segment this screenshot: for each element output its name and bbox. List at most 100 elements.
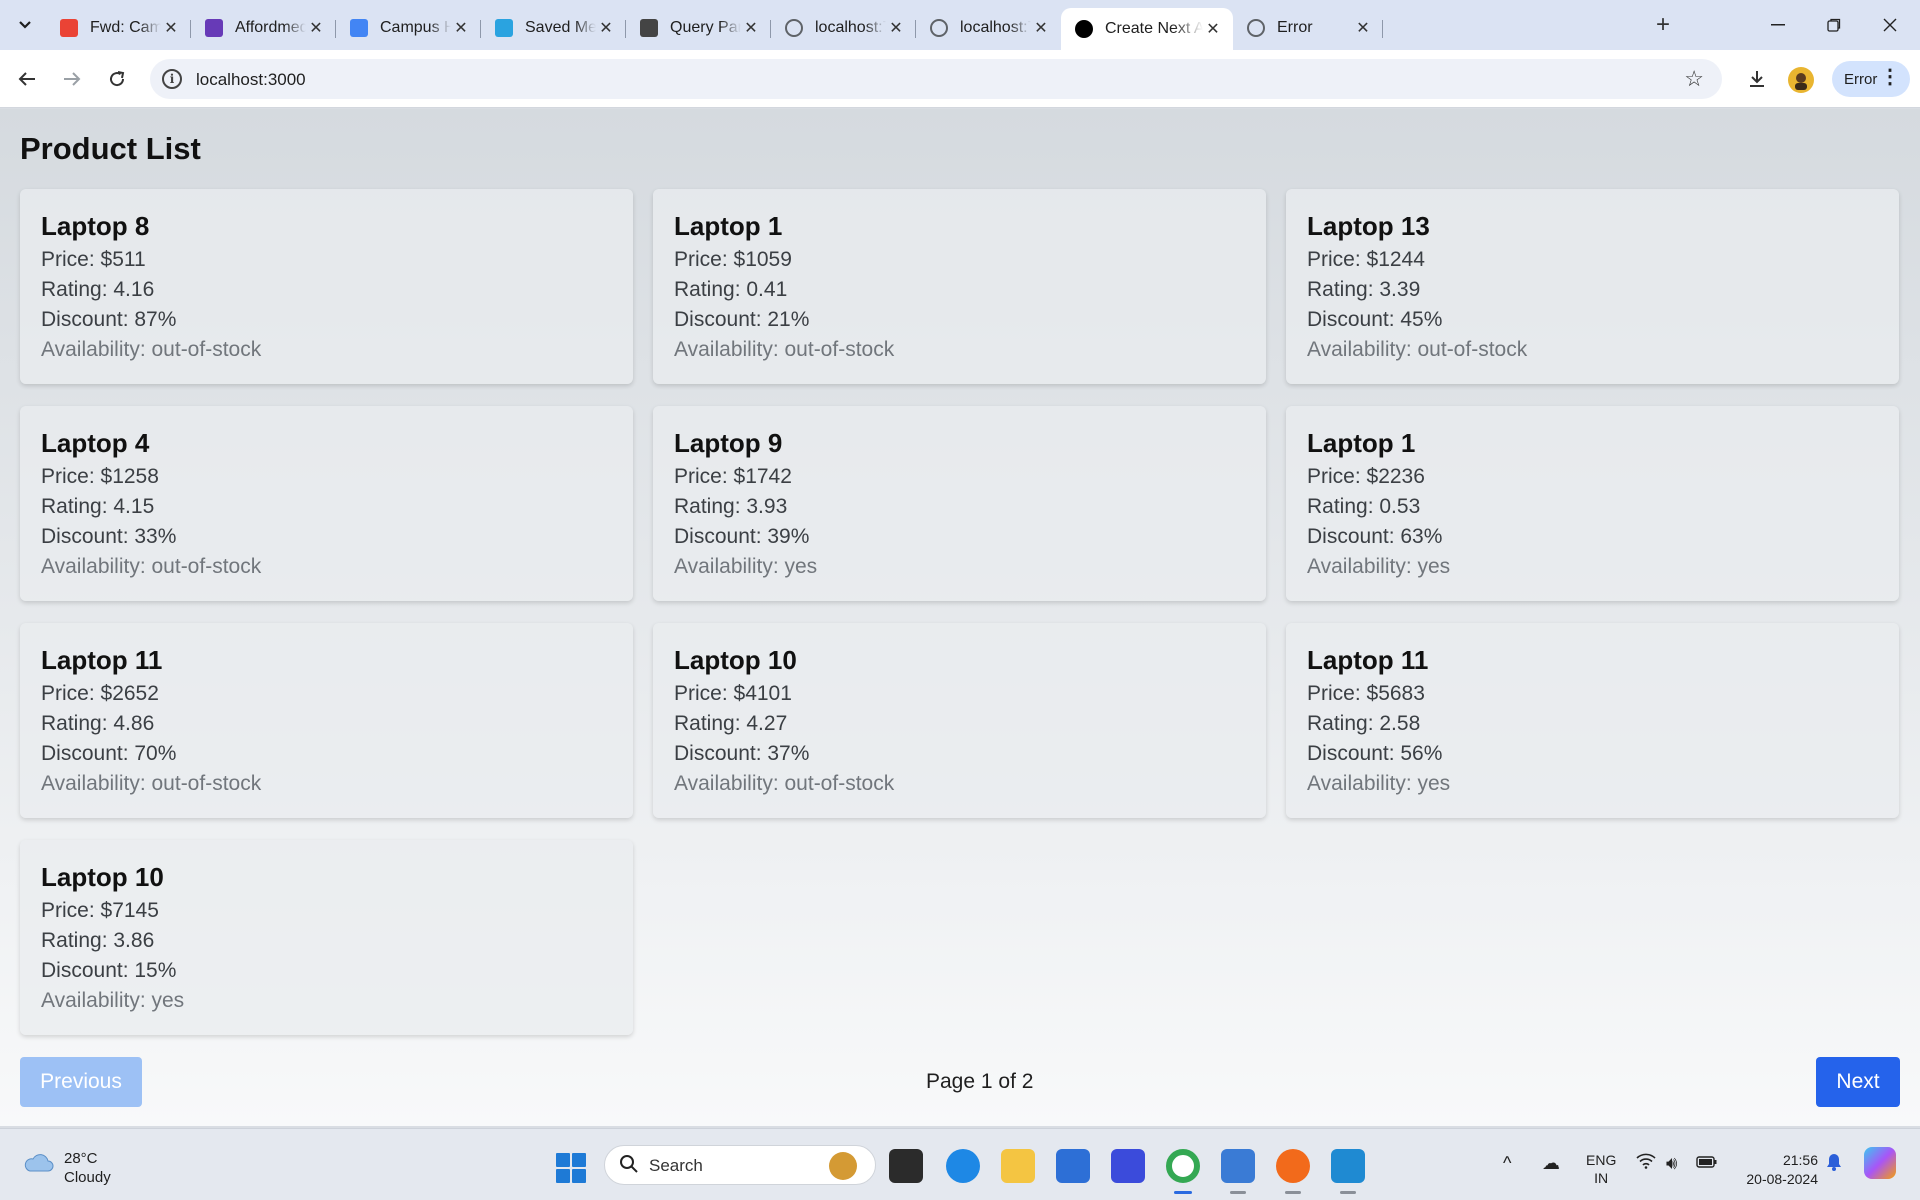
task-view-icon[interactable] [889, 1149, 923, 1183]
windows-taskbar: 28°C Cloudy Search ^ ☁ ENG IN 🔊︎ 21:56 2… [0, 1128, 1920, 1200]
previous-button[interactable]: Previous [20, 1057, 142, 1107]
wifi-icon[interactable] [1636, 1153, 1656, 1174]
tab-close-icon[interactable]: ✕ [596, 18, 616, 38]
product-discount: Discount: 37% [674, 742, 810, 765]
globe-icon [1247, 19, 1265, 37]
weather-temperature[interactable]: 28°C [64, 1150, 98, 1167]
tab-search-chevron-icon[interactable] [10, 12, 40, 38]
browser-tab-title: Campus Hirin [380, 19, 451, 36]
address-bar[interactable]: i localhost:3000 ☆ [150, 59, 1722, 99]
tab-close-icon[interactable]: ✕ [1353, 18, 1373, 38]
language-indicator[interactable]: ENG IN [1586, 1151, 1616, 1187]
notepad-icon[interactable] [1221, 1149, 1255, 1183]
forward-arrow-icon[interactable] [55, 62, 89, 96]
chrome-icon[interactable] [1166, 1149, 1200, 1183]
browser-tab[interactable]: Create Next A ✕ [1061, 8, 1233, 50]
tab-close-icon[interactable]: ✕ [741, 18, 761, 38]
product-card: Laptop 1 Price: $1059 Rating: 0.41 Discount… [653, 189, 1266, 384]
browser-tab[interactable]: localhost:700✕ [916, 11, 1061, 45]
forms-icon [205, 19, 223, 37]
battery-icon[interactable] [1696, 1153, 1718, 1174]
back-arrow-icon[interactable] [10, 62, 44, 96]
product-name: Laptop 1 [674, 211, 783, 241]
tab-close-icon[interactable]: ✕ [161, 18, 181, 38]
gmail-icon [60, 19, 78, 37]
tab-close-icon[interactable]: ✕ [451, 18, 471, 38]
file-explorer-icon[interactable] [1001, 1149, 1035, 1183]
product-grid: Laptop 8 Price: $511 Rating: 4.16 Discount:… [20, 189, 1900, 1035]
show-hidden-icons-chevron-icon[interactable]: ^ [1503, 1153, 1511, 1174]
taskbar-search-placeholder: Search [649, 1156, 703, 1175]
browser-tab-title: Affordmed C [235, 19, 306, 36]
profile-avatar[interactable] [1788, 67, 1814, 93]
language-code: ENG [1586, 1152, 1617, 1168]
onedrive-offline-icon[interactable]: ☁ [1542, 1153, 1560, 1174]
product-name: Laptop 4 [41, 428, 150, 458]
reload-icon[interactable] [100, 62, 134, 96]
bookmark-star-icon[interactable]: ☆ [1684, 66, 1704, 92]
minimize-icon[interactable] [1750, 8, 1806, 42]
pagination: Previous Page 1 of 2 Next [20, 1057, 1900, 1107]
product-price: Price: $2652 [41, 682, 159, 705]
browser-tab[interactable]: Fwd: Campus✕ [46, 11, 191, 45]
windows-start-icon[interactable] [556, 1153, 586, 1183]
download-icon[interactable] [1740, 62, 1774, 96]
cloud-weather-icon[interactable] [22, 1151, 54, 1173]
browser-tab[interactable]: Error ✕ [1233, 11, 1383, 45]
edge-browser-icon[interactable] [946, 1149, 980, 1183]
vscode-icon[interactable] [1331, 1149, 1365, 1183]
page-title: Product List [20, 131, 201, 166]
product-availability: Availability: yes [41, 989, 185, 1012]
browser-tab[interactable]: Affordmed C✕ [191, 11, 336, 45]
address-url[interactable]: localhost:3000 [196, 70, 306, 90]
product-name: Laptop 10 [41, 862, 164, 892]
profile-error-button[interactable]: Error ⋮ [1832, 61, 1910, 97]
tab-close-icon[interactable]: ✕ [306, 18, 326, 38]
next-button[interactable]: Next [1816, 1057, 1900, 1107]
product-rating: Rating: 0.41 [674, 278, 788, 301]
browser-tab[interactable]: Query Param✕ [626, 11, 771, 45]
product-discount: Discount: 21% [674, 308, 810, 331]
tab-strip: Fwd: Campus✕Affordmed C✕Campus Hirin✕Sav… [0, 0, 1920, 50]
product-rating: Rating: 3.86 [41, 929, 155, 952]
globe-icon [785, 19, 803, 37]
site-info-icon[interactable]: i [162, 69, 182, 89]
product-availability: Availability: out-of-stock [41, 772, 262, 795]
postman-icon[interactable] [1276, 1149, 1310, 1183]
product-card: Laptop 4 Price: $1258 Rating: 4.15 Discount… [20, 406, 633, 601]
product-rating: Rating: 2.58 [1307, 712, 1421, 735]
product-card: Laptop 13 Price: $1244 Rating: 3.39 Discoun… [1286, 189, 1899, 384]
product-rating: Rating: 3.93 [674, 495, 788, 518]
tab-close-icon[interactable]: ✕ [1203, 19, 1223, 39]
profile-error-label: Error [1844, 70, 1878, 88]
product-price: Price: $1244 [1307, 248, 1425, 271]
volume-icon[interactable]: 🔊︎ [1666, 1153, 1677, 1174]
product-price: Price: $1742 [674, 465, 792, 488]
browser-tab[interactable]: localhost:700✕ [771, 11, 916, 45]
tab-close-icon[interactable]: ✕ [886, 18, 906, 38]
browser-tab[interactable]: Saved Messa✕ [481, 11, 626, 45]
new-tab-plus-icon[interactable]: + [1650, 11, 1676, 38]
product-rating: Rating: 0.53 [1307, 495, 1421, 518]
vscode-running-indicator [1340, 1191, 1356, 1194]
nextjs-icon [1075, 20, 1093, 38]
browser-tab-title: Error [1277, 19, 1313, 36]
tab-close-icon[interactable]: ✕ [1031, 18, 1051, 38]
taskbar-search[interactable]: Search [604, 1145, 876, 1185]
product-price: Price: $5683 [1307, 682, 1425, 705]
search-highlight-icon [829, 1152, 857, 1180]
system-clock[interactable]: 21:56 20-08-2024 [1738, 1151, 1818, 1189]
restore-icon[interactable] [1806, 8, 1862, 42]
product-availability: Availability: yes [1307, 772, 1451, 795]
browser-tab-title: Create Next A [1105, 20, 1203, 37]
product-card: Laptop 11 Price: $5683 Rating: 2.58 Discoun… [1286, 623, 1899, 818]
product-discount: Discount: 39% [674, 525, 810, 548]
close-window-icon[interactable] [1862, 8, 1918, 42]
copilot-icon[interactable] [1864, 1147, 1896, 1179]
weather-condition[interactable]: Cloudy [64, 1169, 111, 1186]
notification-bell-icon[interactable] [1826, 1153, 1842, 1176]
app-icon-m[interactable] [1111, 1149, 1145, 1183]
browser-tab[interactable]: Campus Hirin✕ [336, 11, 481, 45]
microsoft-store-icon[interactable] [1056, 1149, 1090, 1183]
menu-kebab-icon[interactable]: ⋮ [1880, 67, 1900, 87]
